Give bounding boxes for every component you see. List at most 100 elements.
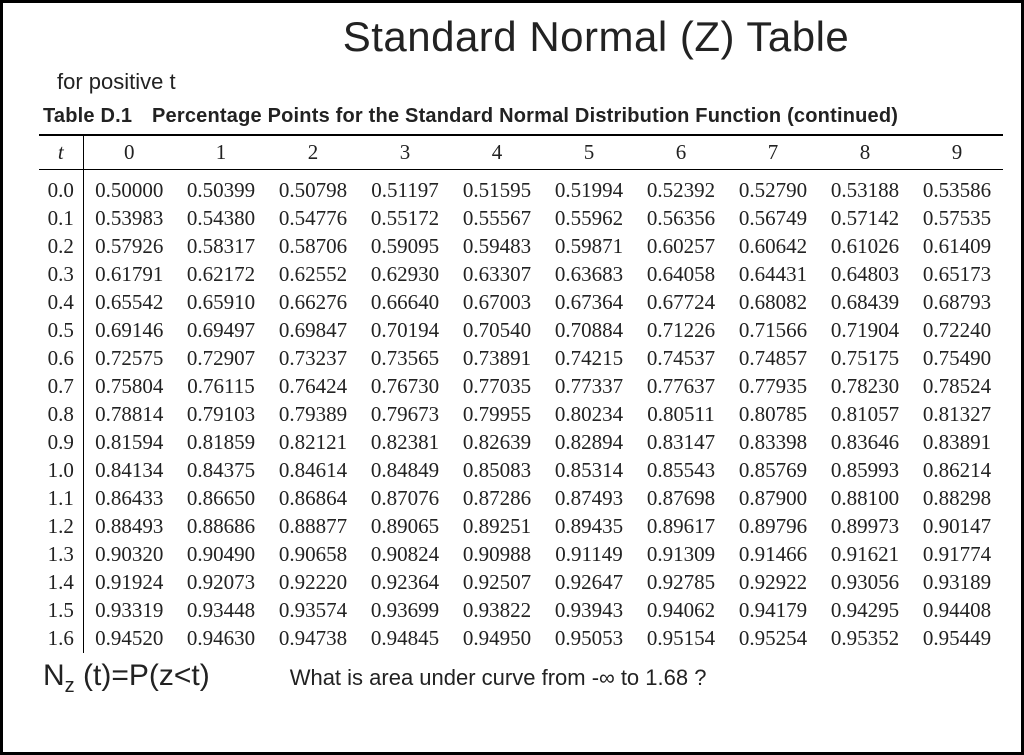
- table-cell: 0.89065: [359, 513, 451, 541]
- table-cell: 0.88877: [267, 513, 359, 541]
- row-header: 1.5: [39, 597, 83, 625]
- table-cell: 0.66640: [359, 289, 451, 317]
- table-cell: 0.94738: [267, 625, 359, 653]
- table-cell: 0.76424: [267, 373, 359, 401]
- table-cell: 0.65910: [175, 289, 267, 317]
- table-cell: 0.80234: [543, 401, 635, 429]
- table-cell: 0.87493: [543, 485, 635, 513]
- col-header: 6: [635, 135, 727, 170]
- table-cell: 0.86433: [83, 485, 175, 513]
- table-caption-text: Percentage Points for the Standard Norma…: [152, 105, 898, 127]
- table-cell: 0.54380: [175, 205, 267, 233]
- table-cell: 0.72907: [175, 345, 267, 373]
- table-cell: 0.93448: [175, 597, 267, 625]
- table-cell: 0.73565: [359, 345, 451, 373]
- table-cell: 0.67003: [451, 289, 543, 317]
- table-cell: 0.64803: [819, 261, 911, 289]
- table-row: 1.20.884930.886860.888770.890650.892510.…: [39, 513, 1003, 541]
- table-cell: 0.85314: [543, 457, 635, 485]
- row-header: 1.1: [39, 485, 83, 513]
- table-cell: 0.81327: [911, 401, 1003, 429]
- z-table: t 0 1 2 3 4 5 6 7 8 9 0.00.500000.503990…: [39, 134, 1003, 653]
- table-cell: 0.86650: [175, 485, 267, 513]
- table-cell: 0.65173: [911, 261, 1003, 289]
- table-cell: 0.89973: [819, 513, 911, 541]
- table-cell: 0.61026: [819, 233, 911, 261]
- table-cell: 0.87900: [727, 485, 819, 513]
- row-header: 0.6: [39, 345, 83, 373]
- table-cell: 0.79103: [175, 401, 267, 429]
- table-cell: 0.77637: [635, 373, 727, 401]
- table-cell: 0.65542: [83, 289, 175, 317]
- table-cell: 0.94630: [175, 625, 267, 653]
- row-header: 0.2: [39, 233, 83, 261]
- table-cell: 0.88100: [819, 485, 911, 513]
- table-cell: 0.90988: [451, 541, 543, 569]
- table-caption: Table D.1 Percentage Points for the Stan…: [43, 105, 1003, 128]
- table-cell: 0.88493: [83, 513, 175, 541]
- table-cell: 0.70884: [543, 317, 635, 345]
- table-cell: 0.54776: [267, 205, 359, 233]
- table-cell: 0.92507: [451, 569, 543, 597]
- table-row: 1.50.933190.934480.935740.936990.938220.…: [39, 597, 1003, 625]
- table-cell: 0.61791: [83, 261, 175, 289]
- table-cell: 0.93943: [543, 597, 635, 625]
- table-cell: 0.95352: [819, 625, 911, 653]
- table-cell: 0.52790: [727, 170, 819, 205]
- table-row: 0.50.691460.694970.698470.701940.705400.…: [39, 317, 1003, 345]
- table-cell: 0.61409: [911, 233, 1003, 261]
- table-cell: 0.68082: [727, 289, 819, 317]
- table-cell: 0.92785: [635, 569, 727, 597]
- table-cell: 0.51197: [359, 170, 451, 205]
- table-body: 0.00.500000.503990.507980.511970.515950.…: [39, 170, 1003, 653]
- table-cell: 0.89617: [635, 513, 727, 541]
- row-header: 1.4: [39, 569, 83, 597]
- table-cell: 0.82894: [543, 429, 635, 457]
- col-header: 4: [451, 135, 543, 170]
- table-cell: 0.68793: [911, 289, 1003, 317]
- table-cell: 0.59095: [359, 233, 451, 261]
- table-cell: 0.82639: [451, 429, 543, 457]
- table-cell: 0.93319: [83, 597, 175, 625]
- table-cell: 0.93189: [911, 569, 1003, 597]
- table-row: 0.10.539830.543800.547760.551720.555670.…: [39, 205, 1003, 233]
- table-cell: 0.60257: [635, 233, 727, 261]
- table-cell: 0.95053: [543, 625, 635, 653]
- table-cell: 0.71566: [727, 317, 819, 345]
- table-cell: 0.62552: [267, 261, 359, 289]
- table-cell: 0.93699: [359, 597, 451, 625]
- table-cell: 0.82381: [359, 429, 451, 457]
- table-row: 1.00.841340.843750.846140.848490.850830.…: [39, 457, 1003, 485]
- table-cell: 0.82121: [267, 429, 359, 457]
- table-cell: 0.86864: [267, 485, 359, 513]
- table-cell: 0.72240: [911, 317, 1003, 345]
- table-cell: 0.83147: [635, 429, 727, 457]
- table-cell: 0.91149: [543, 541, 635, 569]
- table-cell: 0.85083: [451, 457, 543, 485]
- table-cell: 0.62172: [175, 261, 267, 289]
- table-cell: 0.93822: [451, 597, 543, 625]
- table-cell: 0.79955: [451, 401, 543, 429]
- table-cell: 0.78230: [819, 373, 911, 401]
- table-cell: 0.91774: [911, 541, 1003, 569]
- table-cell: 0.94845: [359, 625, 451, 653]
- table-cell: 0.62930: [359, 261, 451, 289]
- table-cell: 0.81057: [819, 401, 911, 429]
- table-cell: 0.84849: [359, 457, 451, 485]
- table-cell: 0.74537: [635, 345, 727, 373]
- table-cell: 0.81594: [83, 429, 175, 457]
- table-row: 0.30.617910.621720.625520.629300.633070.…: [39, 261, 1003, 289]
- table-cell: 0.66276: [267, 289, 359, 317]
- table-cell: 0.56749: [727, 205, 819, 233]
- row-header: 1.0: [39, 457, 83, 485]
- table-cell: 0.85993: [819, 457, 911, 485]
- table-cell: 0.94408: [911, 597, 1003, 625]
- table-row: 0.20.579260.583170.587060.590950.594830.…: [39, 233, 1003, 261]
- table-cell: 0.79389: [267, 401, 359, 429]
- table-cell: 0.94950: [451, 625, 543, 653]
- table-cell: 0.57142: [819, 205, 911, 233]
- table-cell: 0.70540: [451, 317, 543, 345]
- row-header: 0.9: [39, 429, 83, 457]
- col-header: 9: [911, 135, 1003, 170]
- row-header: 1.2: [39, 513, 83, 541]
